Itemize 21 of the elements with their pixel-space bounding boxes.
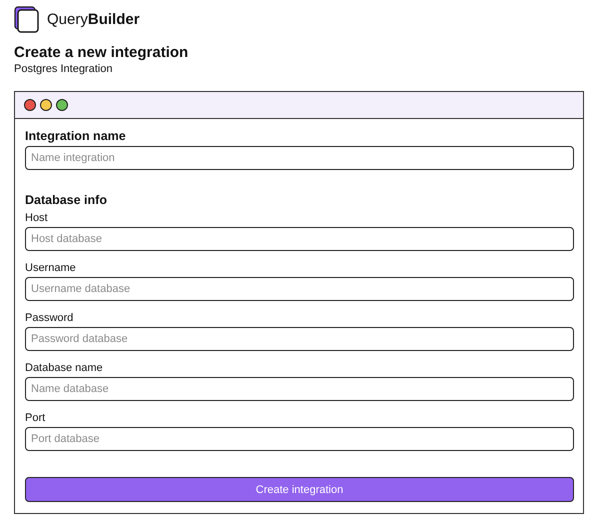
field-label: Port [25, 412, 46, 424]
page-subtitle: Postgres Integration [14, 63, 114, 75]
field-label: Host [25, 212, 49, 224]
input-field[interactable]: Port database [25, 427, 574, 451]
input-field[interactable]: Host database [25, 227, 574, 251]
field-label: Username [25, 262, 77, 274]
input-field[interactable]: Password database [25, 327, 574, 351]
create-button[interactable]: Create integration [25, 477, 574, 502]
field-label: Password [25, 312, 74, 324]
page-title: Create a new integration [14, 44, 190, 61]
section-heading: Database info [25, 193, 108, 207]
window-control-dot[interactable] [56, 99, 68, 111]
brand-name: QueryBuilder [47, 11, 140, 28]
window-control-dot[interactable] [40, 99, 52, 111]
input-field[interactable]: Name database [25, 377, 574, 401]
section-heading: Integration name [25, 129, 127, 143]
field-label: Database name [25, 362, 104, 374]
window-control-dot[interactable] [24, 99, 36, 111]
input-field[interactable]: Name integration [25, 146, 574, 170]
input-field[interactable]: Username database [25, 277, 574, 301]
logo-icon [14, 6, 39, 33]
